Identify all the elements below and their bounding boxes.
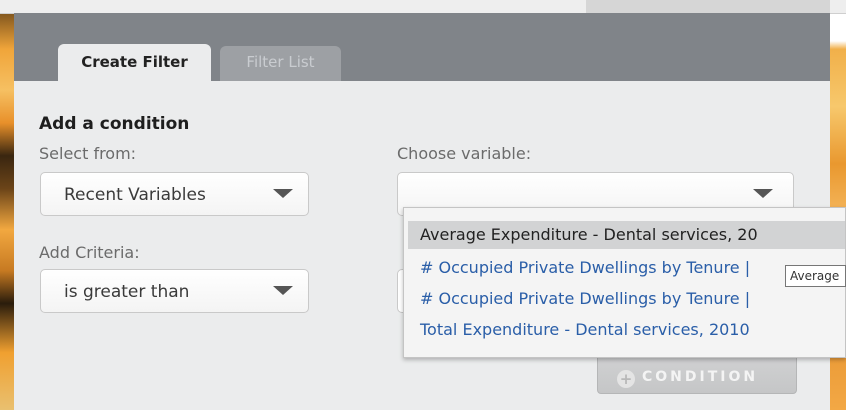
suggestion-item[interactable]: Total Expenditure - Dental services, 201…: [408, 316, 845, 344]
add-condition-label: CONDITION: [642, 369, 759, 385]
section-title: Add a condition: [39, 114, 190, 134]
chevron-down-icon: [273, 286, 293, 295]
select-from-label: Select from:: [39, 144, 137, 163]
suggestion-item[interactable]: # Occupied Private Dwellings by Tenure |: [408, 254, 845, 282]
select-from-dropdown[interactable]: Recent Variables: [40, 172, 309, 216]
criteria-dropdown[interactable]: is greater than: [40, 269, 309, 313]
choose-variable-label: Choose variable:: [397, 144, 532, 163]
suggestion-item[interactable]: # Occupied Private Dwellings by Tenure |: [408, 285, 845, 313]
plus-circle-icon: +: [617, 370, 635, 388]
chevron-down-icon: [273, 189, 293, 198]
variable-suggestion-list: Average Expenditure - Dental services, 2…: [403, 207, 846, 358]
chevron-down-icon: [753, 189, 773, 198]
criteria-value: is greater than: [64, 282, 190, 302]
background-map-left: [0, 0, 14, 410]
tooltip: Average: [785, 265, 846, 287]
tab-filter-list[interactable]: Filter List: [220, 46, 341, 81]
add-criteria-label: Add Criteria:: [39, 243, 140, 262]
tab-create-filter[interactable]: Create Filter: [58, 44, 211, 81]
select-from-value: Recent Variables: [64, 185, 206, 205]
suggestion-item[interactable]: Average Expenditure - Dental services, 2…: [408, 221, 845, 249]
top-bar: [0, 0, 846, 14]
top-bar-slot: [586, 0, 830, 13]
tab-strip: Create Filter Filter List: [14, 13, 830, 81]
